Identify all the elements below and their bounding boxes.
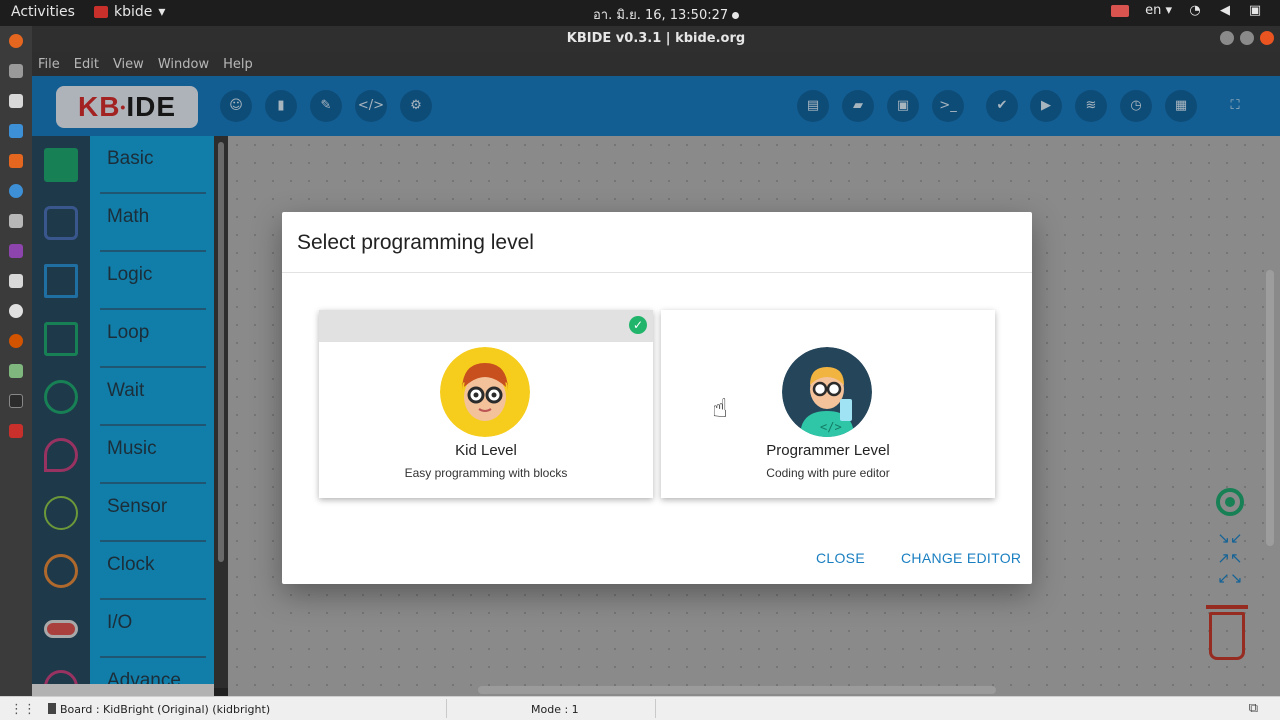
terminal-app-icon[interactable] — [9, 394, 23, 408]
hand-cursor-icon: ☝ — [712, 394, 728, 424]
status-bar: ⋮⋮ Board : KidBright (Original) (kidbrig… — [0, 696, 1280, 720]
mode-status: Mode : 1 — [531, 703, 579, 716]
screen-record-icon[interactable] — [1111, 4, 1130, 17]
board-label: Board : KidBright (Original) (kidbright) — [60, 703, 271, 716]
files-icon[interactable] — [9, 64, 23, 78]
kid-level-card[interactable]: ✓ Kid Level Easy programming with blocks — [319, 310, 653, 498]
disk-icon[interactable] — [9, 334, 23, 348]
language-indicator[interactable]: en ▾ — [1145, 3, 1172, 18]
chevron-down-icon: ▾ — [158, 4, 166, 20]
svg-text:</>: </> — [820, 420, 842, 434]
apps-grid-icon[interactable]: ⋮⋮ — [10, 702, 36, 717]
board-status: Board : KidBright (Original) (kidbright) — [48, 703, 270, 716]
media-icon[interactable] — [9, 244, 23, 258]
window-title-bar: KBIDE v0.3.1 | kbide.org — [32, 26, 1280, 52]
writer-icon[interactable] — [9, 124, 23, 138]
change-editor-button[interactable]: CHANGE EDITOR — [901, 550, 1021, 566]
minimize-icon[interactable] — [1220, 31, 1234, 45]
camera-icon[interactable] — [9, 214, 23, 228]
close-button[interactable]: CLOSE — [816, 550, 865, 566]
help-icon[interactable] — [9, 184, 23, 198]
check-circle-icon: ✓ — [629, 316, 647, 334]
kbide-app-icon — [94, 6, 108, 18]
card-title: Programmer Level — [766, 442, 890, 459]
dialog-divider — [282, 272, 1032, 273]
window-controls — [1220, 31, 1274, 45]
card-title: Kid Level — [455, 442, 517, 459]
select-level-dialog: Select programming level ✓ Kid Level Eas… — [282, 212, 1032, 584]
map-icon[interactable] — [9, 364, 23, 378]
app-launcher — [0, 26, 32, 720]
clock-text: อา. มิ.ย. 16, 13:50:27 — [593, 8, 729, 23]
card-description: Easy programming with blocks — [404, 466, 568, 480]
status-separator — [446, 699, 447, 718]
notification-dot-icon — [732, 12, 740, 19]
system-top-bar: Activities kbide ▾ อา. มิ.ย. 16, 13:50:2… — [0, 0, 1280, 26]
window-title: KBIDE v0.3.1 | kbide.org — [566, 31, 746, 46]
settings-icon[interactable] — [9, 304, 23, 318]
app-menu[interactable]: kbide ▾ — [94, 4, 165, 20]
firefox-icon[interactable] — [9, 34, 23, 48]
selected-header — [319, 310, 653, 342]
system-tray: en ▾ ◔ ◀ ▣ — [1111, 3, 1262, 18]
volume-icon[interactable]: ◀ — [1218, 3, 1232, 18]
text-editor-icon[interactable] — [9, 274, 23, 288]
power-menu-icon[interactable]: ▣ — [1248, 3, 1262, 18]
wifi-status-icon[interactable]: ◔ — [1188, 3, 1202, 18]
app-menu-label: kbide — [114, 4, 153, 20]
card-description: Coding with pure editor — [766, 466, 890, 480]
system-clock[interactable]: อา. มิ.ย. 16, 13:50:27 — [593, 4, 740, 25]
kbide-launcher-icon[interactable] — [9, 424, 23, 438]
close-window-icon[interactable] — [1260, 31, 1274, 45]
maximize-icon[interactable] — [1240, 31, 1254, 45]
usb-icon[interactable] — [9, 94, 23, 108]
programmer-avatar-icon: </> — [782, 347, 872, 437]
plugin-status-icon[interactable]: ⧉ — [1249, 701, 1258, 716]
dialog-title: Select programming level — [297, 231, 534, 254]
status-separator — [655, 699, 656, 718]
activities-button[interactable]: Activities — [11, 4, 75, 20]
software-center-icon[interactable] — [9, 154, 23, 168]
language-label: en — [1145, 3, 1162, 18]
chip-icon — [48, 703, 56, 714]
kid-avatar-icon — [440, 347, 530, 437]
